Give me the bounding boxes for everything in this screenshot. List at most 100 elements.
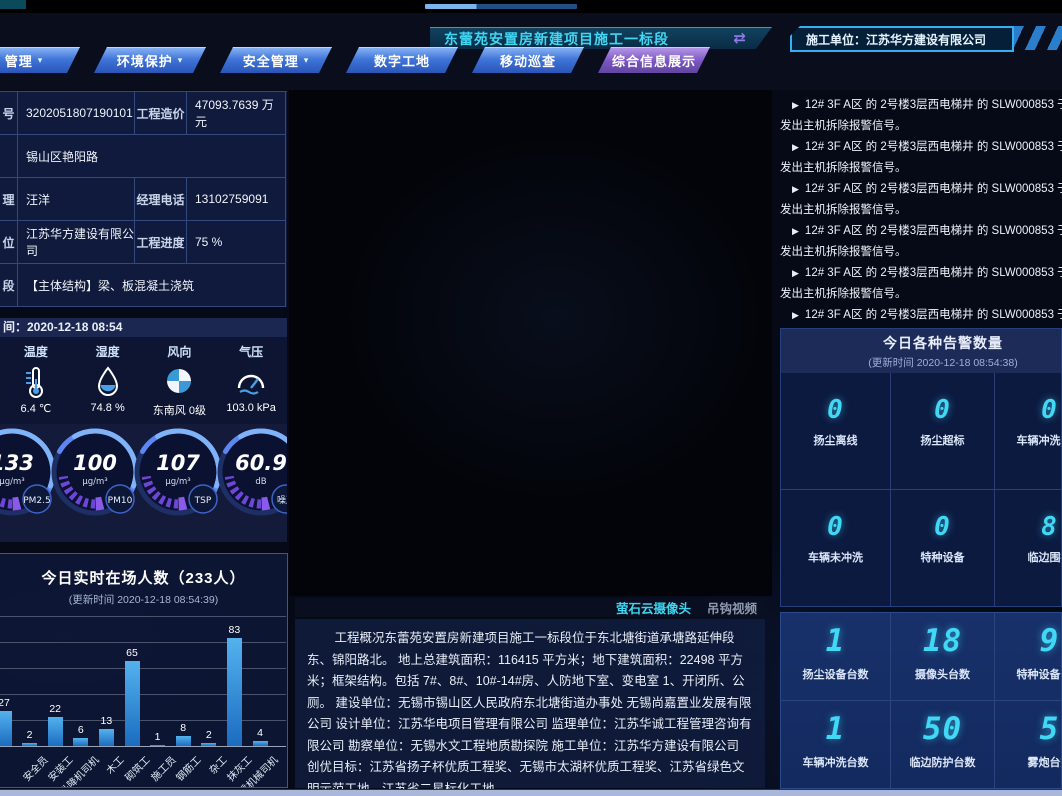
alarm-count-cell: 0车辆冲洗离线 — [995, 373, 1062, 490]
tab-hook-video[interactable]: 吊钩视频 — [707, 598, 757, 617]
video-tabs: 萤石云摄像头 吊钩视频 — [295, 598, 765, 617]
bar-木工 — [99, 729, 114, 746]
onsite-workers-chart-panel: 今日实时在场人数（233人） (更新时间 2020-12-18 08:54:39… — [0, 553, 288, 788]
nav-tab-safety[interactable]: 安全管理 ▾ — [220, 47, 332, 73]
device-stat-value: 1 — [826, 711, 846, 747]
alarm-item: ▶12# 3F A区 的 2号楼3层西电梯井 的 SLW000853 于 202… — [780, 263, 1062, 305]
alarm-text: 12# 3F A区 的 2号楼3层西电梯井 的 SLW000853 于 2020… — [805, 141, 1062, 153]
alarm-bullet-icon: ▶ — [792, 310, 799, 320]
weather-item: 温度6.4 ℃ — [0, 337, 72, 424]
weather-item-name: 风向 — [167, 343, 191, 360]
device-stat-label: 特种设备台数 — [1017, 666, 1062, 682]
alarm-count-value: 0 — [827, 395, 844, 425]
bar-value-label: 4 — [257, 727, 263, 739]
chart-gridline — [0, 616, 286, 617]
alarm-count-label: 车辆冲洗离线 — [1017, 432, 1062, 448]
device-stat-value: 5 — [1040, 711, 1060, 747]
clipped-dropdown[interactable] — [425, 4, 577, 9]
nav-tab-digital-site[interactable]: 数字工地 — [346, 47, 458, 73]
chart-update-time: (更新时间 2020-12-18 08:54:39) — [0, 592, 287, 607]
bar-砌筑工 — [125, 661, 140, 746]
alarm-count-value: 0 — [934, 512, 951, 542]
nav-tab-label: 安全管理 — [243, 51, 299, 70]
chart-gridline — [0, 720, 286, 721]
weather-item-name: 气压 — [239, 343, 263, 360]
info-label: 段 — [0, 264, 18, 307]
alarm-count-label: 扬尘超标 — [921, 432, 965, 448]
chart-gridline — [0, 642, 286, 643]
alarm-line1: ▶ 12# 3F A区 的 2号楼3层西电梯井 的 SLW000853 于 202… — [780, 137, 1062, 158]
nav-tab-environment[interactable]: 环境保护▾ — [94, 47, 206, 73]
summary-update-time: (更新时间 2020-12-18 08:54:38) — [781, 355, 1062, 370]
alarm-count-cell: 0特种设备 — [891, 490, 995, 607]
info-label — [0, 135, 18, 178]
alarm-line2: 发出主机拆除报警信号。 — [780, 200, 1062, 221]
bar-chart-area: 2722261365182834 — [0, 616, 287, 746]
svg-text:100: 100 — [73, 451, 117, 475]
alarm-count-label: 临边围挡 — [1028, 549, 1062, 565]
project-number-value: 3202051807190101 — [18, 92, 135, 135]
chevron-down-icon: ▾ — [304, 55, 310, 66]
bar-value-label: 13 — [101, 715, 113, 727]
alarm-line2: 发出主机拆除报警信号。 — [780, 116, 1062, 137]
bar-category-label: 安全员 — [18, 752, 50, 784]
tab-ezviz-camera[interactable]: 萤石云摄像头 — [616, 598, 691, 617]
device-stat-cell: 18摄像头台数 — [891, 613, 995, 701]
device-stat-label: 车辆冲洗台数 — [803, 754, 869, 770]
device-stat-cell: 9特种设备台数 — [995, 613, 1062, 701]
weather-item: 气压103.0 kPa — [215, 337, 287, 424]
weather-item: 风向东南风 0级 — [144, 337, 216, 424]
alarm-item: ▶ 12# 3F A区 的 2号楼3层西电梯井 的 SLW000853 于 202… — [780, 95, 1062, 137]
alarm-item: ▶12# 3F A区 的 2号楼3层西电梯井 的 SLW000853 于 202… — [780, 221, 1062, 263]
weather-panel: 温度6.4 ℃ 湿度 74.8 % 风向东南风 0级气压103.0 kPa — [0, 337, 287, 424]
nav-tab-info-display[interactable]: 综合信息展示 — [598, 47, 710, 73]
swap-project-icon[interactable]: ⇄ — [733, 29, 746, 47]
device-stat-cell: 1 车辆冲洗台数 — [781, 701, 891, 789]
nav-tab-label: 管理 — [5, 51, 33, 70]
alarm-bullet-icon: ▶ — [792, 268, 799, 278]
svg-text:PM10: PM10 — [108, 496, 133, 506]
svg-text:μg/m³: μg/m³ — [0, 477, 25, 487]
nav-tabs: 管理▾ 环境保护▾ 安全管理 ▾ 数字工地 移动巡查 综合信息展示 — [0, 47, 1062, 74]
manager-phone-value: 13102759091 — [187, 178, 286, 221]
bar-value-label: 8 — [180, 722, 186, 734]
bar-抹灰工 — [227, 638, 242, 746]
nav-tab-label: 移动巡查 — [500, 51, 556, 70]
device-stat-cell: 5雾炮台数 — [995, 701, 1062, 789]
svg-text:133: 133 — [0, 451, 34, 475]
alarm-count-cell: 0扬尘超标 — [891, 373, 995, 490]
alarm-bullet-icon: ▶ — [792, 142, 799, 152]
svg-text:μg/m³: μg/m³ — [165, 477, 190, 487]
device-stat-cell: 1扬尘设备台数 — [781, 613, 891, 701]
alarm-count-value: 0 — [827, 512, 844, 542]
nav-tab-management[interactable]: 管理▾ — [0, 47, 80, 73]
alarm-count-value: 8 — [1041, 512, 1058, 542]
alarm-line2: 发出主机拆除报警信号。 — [780, 284, 1062, 305]
svg-text:μg/m³: μg/m³ — [82, 477, 107, 487]
alarm-count-cell: 0扬尘离线 — [781, 373, 891, 490]
bar-value-label: 2 — [206, 729, 212, 741]
bar-value-label: 1 — [155, 731, 161, 743]
pinwheel-icon — [164, 364, 194, 400]
alarm-line2: 发出主机拆除报警信号。 — [780, 158, 1062, 179]
gauge-icon — [235, 364, 267, 400]
top-left-decoration — [0, 0, 26, 9]
alarm-line1: ▶ 12# 3F A区 的 2号楼3层西电梯井 的 SLW000853 于 202… — [780, 179, 1062, 200]
alarm-text: 12# 3F A区 的 2号楼3层西电梯井 的 SLW000853 于 2020… — [805, 99, 1062, 111]
video-placeholder — [289, 90, 772, 596]
bar-clipped — [0, 711, 12, 746]
weather-item-value: 74.8 % — [91, 402, 125, 414]
summary-title: 今日各种告警数量 — [781, 333, 1062, 353]
project-address-value: 锡山区艳阳路 — [18, 135, 286, 178]
alarm-bullet-icon: ▶ — [792, 184, 799, 194]
bar-category-label: 钢筋工 — [172, 752, 204, 784]
weather-item-value: 东南风 0级 — [153, 402, 206, 418]
nav-tab-mobile-patrol[interactable]: 移动巡查 — [472, 47, 584, 73]
alarm-text: 12# 3F A区 的 2号楼3层西电梯井 的 SLW000853 于 2020… — [805, 183, 1062, 195]
device-stat-label: 临边防护台数 — [910, 754, 976, 770]
weather-item-name: 湿度 — [96, 343, 120, 360]
alarm-bullet-icon: ▶ — [792, 226, 799, 236]
alarm-bullet-icon: ▶ — [792, 100, 799, 110]
weather-item-name: 温度 — [24, 343, 48, 360]
progress-value: 75 % — [187, 221, 286, 264]
